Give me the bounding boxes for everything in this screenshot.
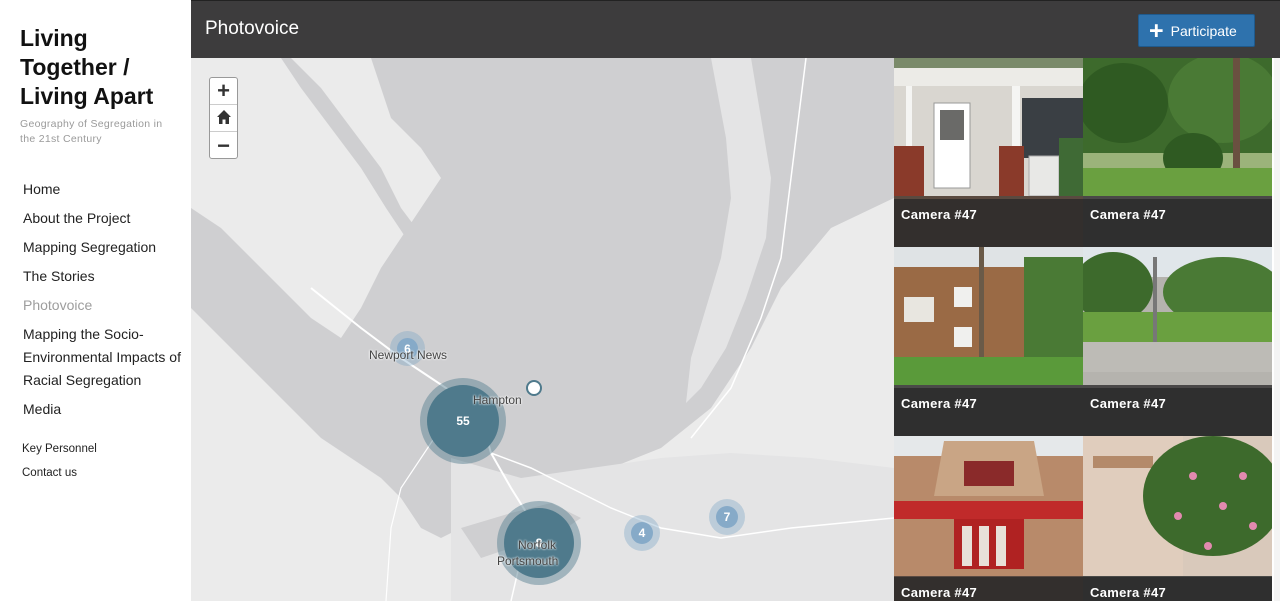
photo-caption: Camera #47: [901, 396, 977, 411]
photo-thumbnail[interactable]: Camera #47: [894, 247, 1083, 436]
home-icon: [216, 105, 232, 131]
secondary-nav: Key Personnel Contact us: [22, 441, 182, 489]
photo-thumbnail[interactable]: Camera #47: [894, 436, 1083, 601]
place-label: Hampton: [473, 393, 522, 407]
photo-thumbnail[interactable]: Camera #47: [1083, 247, 1272, 436]
nav-item-socio-environmental[interactable]: Mapping the Socio-Environmental Impacts …: [23, 323, 183, 392]
nav-item-media[interactable]: Media: [23, 398, 183, 421]
photo-thumbnail[interactable]: Camera #47: [894, 58, 1083, 247]
photo-thumbnail[interactable]: Camera #47: [1083, 58, 1272, 247]
photo-caption: Camera #47: [1090, 585, 1166, 600]
nav-item-key-personnel[interactable]: Key Personnel: [22, 441, 182, 457]
nav-item-home[interactable]: Home: [23, 178, 183, 201]
zoom-controls: + −: [209, 77, 238, 159]
photo-caption: Camera #47: [1090, 207, 1166, 222]
photo-caption: Camera #47: [1090, 396, 1166, 411]
cluster-marker[interactable]: 4: [624, 515, 660, 551]
cluster-marker[interactable]: 7: [709, 499, 745, 535]
place-label: Portsmouth: [497, 554, 559, 568]
photo-thumbnail[interactable]: Camera #47: [1083, 436, 1272, 601]
nav-item-about[interactable]: About the Project: [23, 207, 183, 230]
participate-button[interactable]: + Participate: [1138, 14, 1255, 47]
zoom-in-button[interactable]: +: [210, 78, 237, 105]
header-bar: Photovoice + Participate: [191, 0, 1280, 58]
photo-gallery: Camera #47 Camera #47 Camera #47 Camera …: [894, 58, 1274, 601]
cluster-marker[interactable]: 55: [420, 378, 506, 464]
nav-item-photovoice[interactable]: Photovoice: [23, 294, 183, 317]
nav-item-contact[interactable]: Contact us: [22, 465, 182, 481]
map[interactable]: + − 6 55 4 7 8 Newport News Hampton Norf…: [191, 58, 894, 601]
zoom-out-button[interactable]: −: [210, 132, 237, 159]
main-nav: Home About the Project Mapping Segregati…: [23, 178, 183, 427]
gallery-scroll-edge: [1274, 58, 1280, 601]
site-subtitle: Geography of Segregation in the 21st Cen…: [20, 118, 163, 145]
photo-caption: Camera #47: [901, 585, 977, 600]
site-title[interactable]: Living Together / Living Apart: [20, 24, 185, 111]
nav-item-mapping-segregation[interactable]: Mapping Segregation: [23, 236, 183, 259]
participate-label: Participate: [1170, 22, 1237, 39]
place-label: Newport News: [369, 348, 448, 362]
home-button[interactable]: [210, 105, 237, 132]
sidebar: Living Together / Living Apart Geography…: [0, 0, 191, 601]
nav-item-stories[interactable]: The Stories: [23, 265, 183, 288]
place-label: Norfolk: [518, 538, 557, 552]
location-marker[interactable]: [526, 380, 542, 396]
photo-caption: Camera #47: [901, 207, 977, 222]
plus-icon: +: [1149, 16, 1164, 45]
page-title: Photovoice: [205, 18, 300, 39]
